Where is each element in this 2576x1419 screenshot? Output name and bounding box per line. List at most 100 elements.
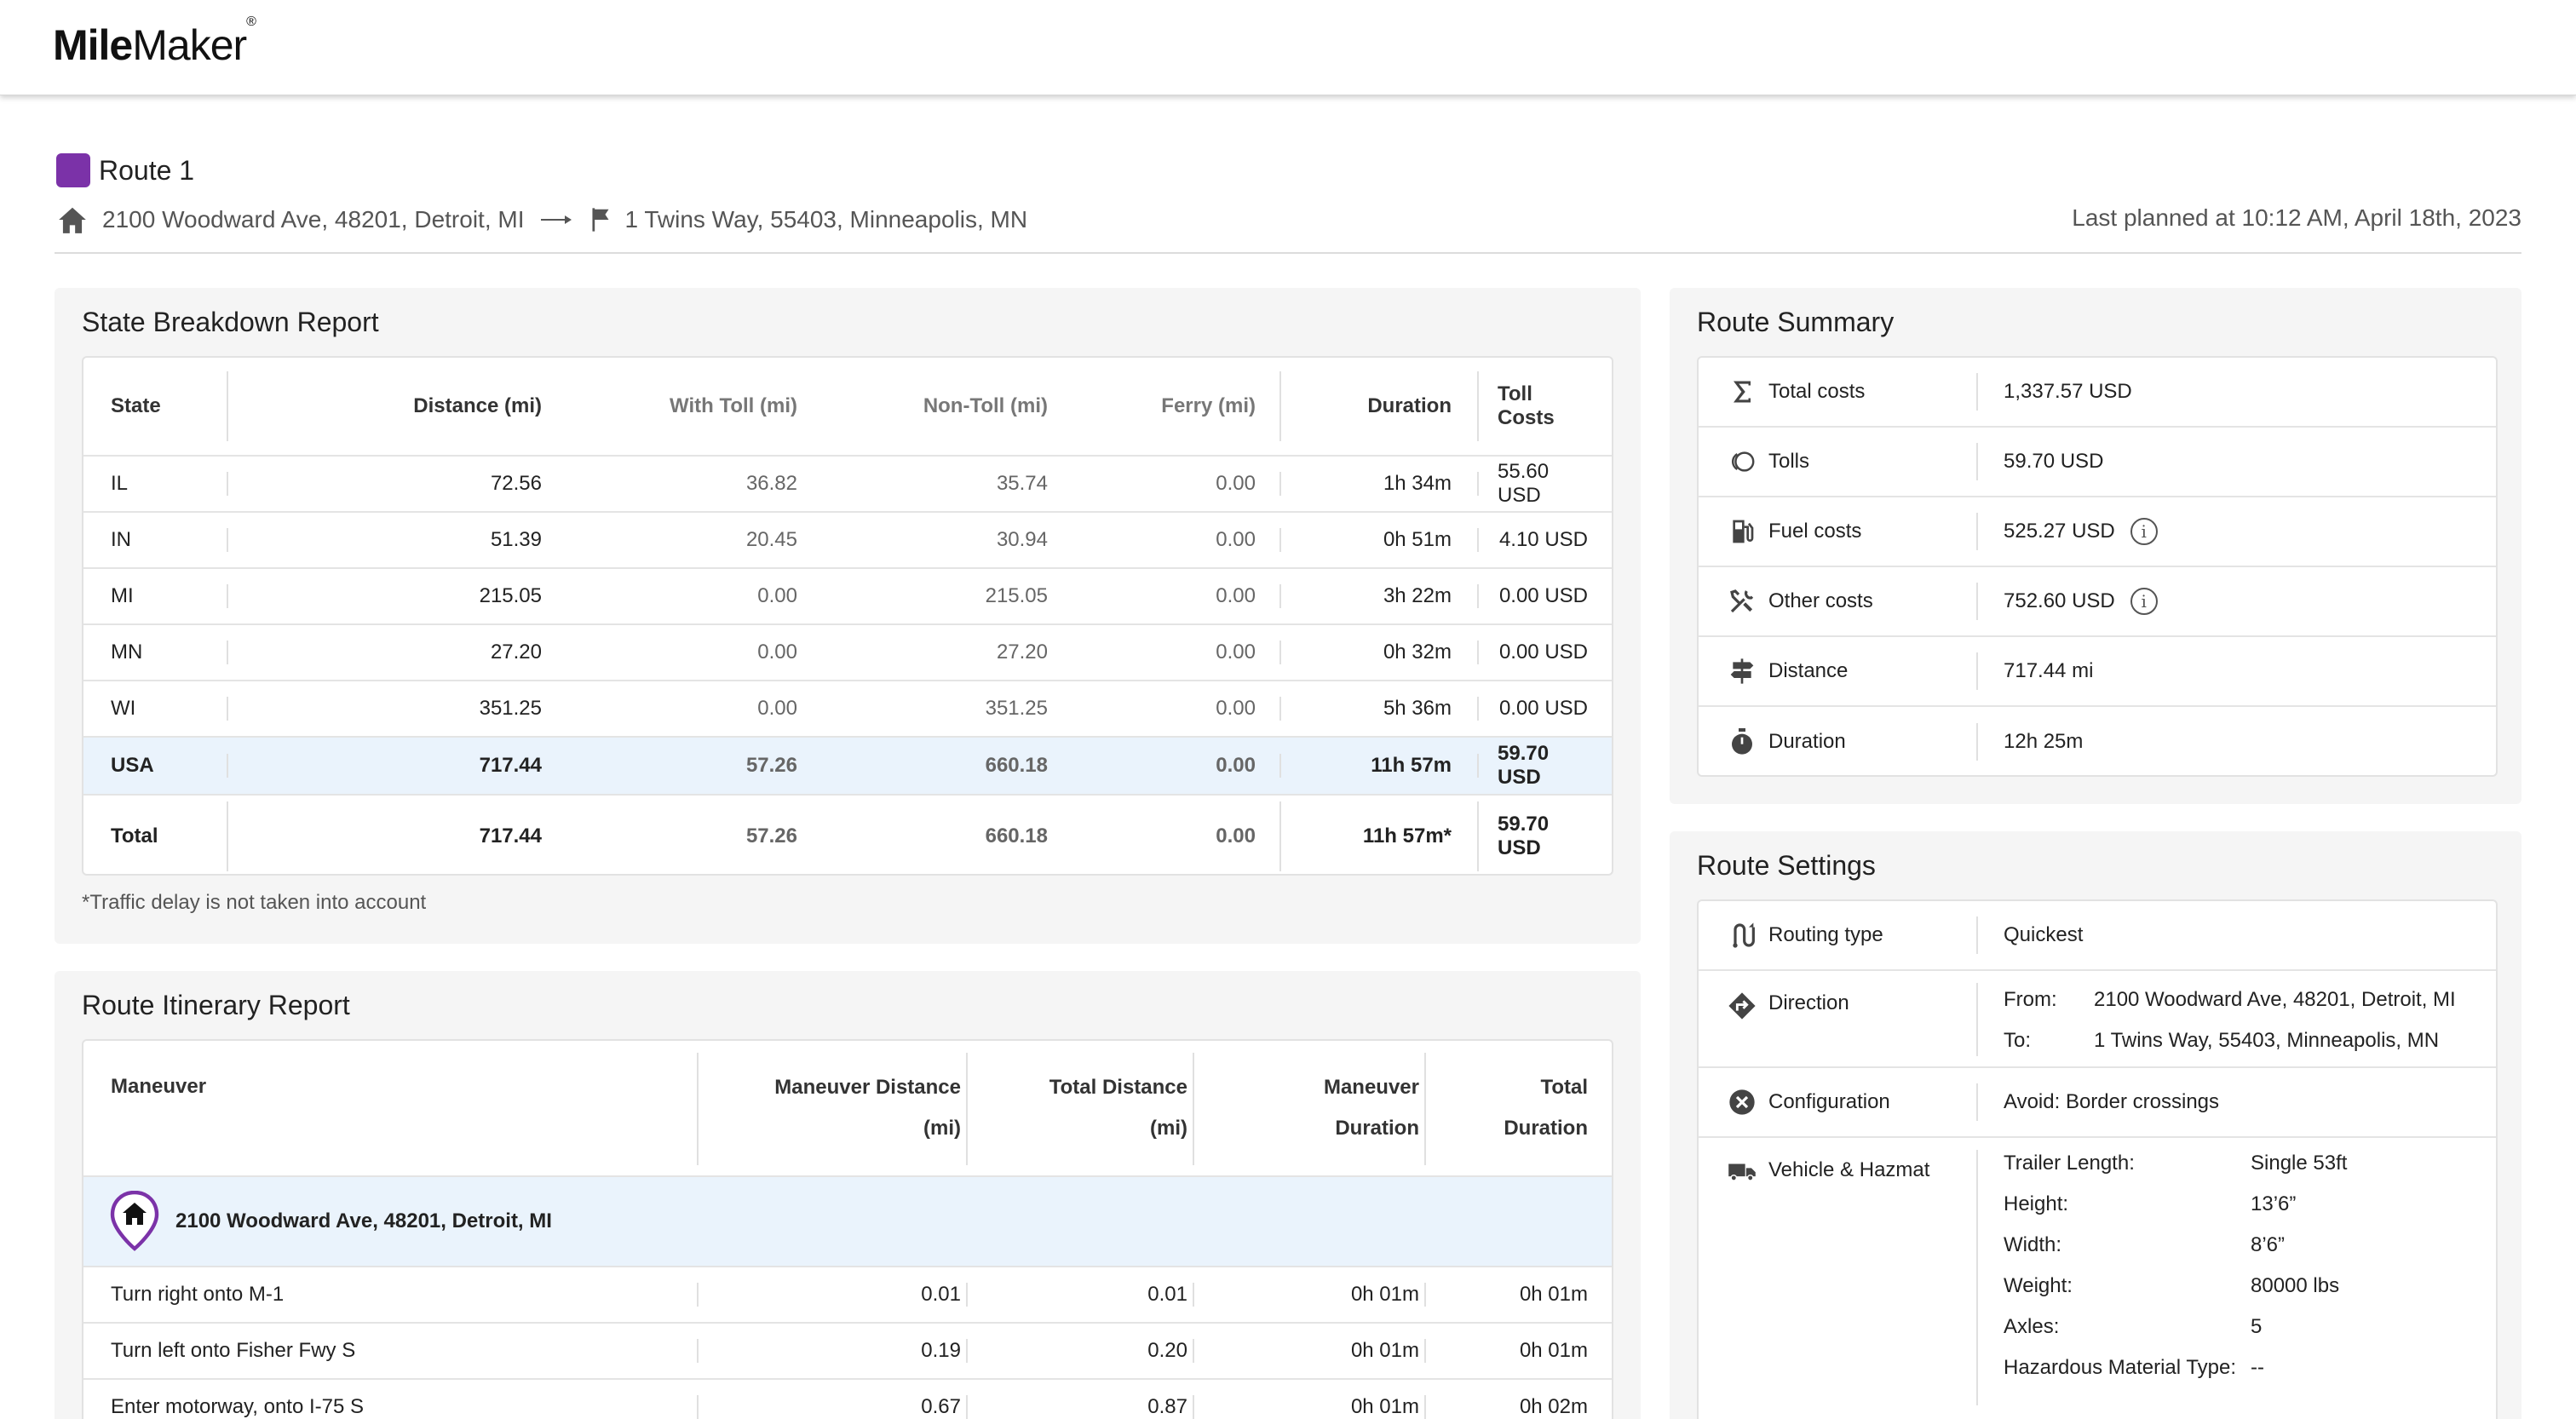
column-divider (1279, 801, 1281, 871)
state-breakdown-panel: State Breakdown Report State Distance (m… (55, 288, 1641, 944)
col-header-maneuver-distance[interactable]: Maneuver Distance (mi) (714, 1041, 961, 1175)
col-header-ferry[interactable]: Ferry (mi) (1072, 358, 1256, 455)
with-toll-cell: 0.00 (757, 584, 797, 607)
table-row: Enter motorway, onto I-75 S 0.67 0.87 0h… (83, 1380, 1612, 1419)
table-header-row: State Distance (mi) With Toll (mi) Non-T… (83, 358, 1612, 457)
maneuver-duration-cell: 0h 01m (1350, 1395, 1419, 1418)
itinerary-title: Route Itinerary Report (82, 990, 350, 1020)
col-header-maneuver-duration[interactable]: Maneuver Duration (1208, 1041, 1419, 1175)
state-cell: WI (111, 697, 136, 720)
vehicle-spec-label: Hazardous Material Type: (2004, 1356, 2237, 1379)
column-divider (1279, 754, 1281, 778)
other-costs-value: 752.60 USD i (2004, 588, 2158, 615)
route-color-swatch (56, 153, 90, 187)
column-divider (966, 1283, 968, 1307)
vehicle-spec-value: 80000 lbs (2251, 1274, 2340, 1297)
duration-cell: 5h 36m (1383, 697, 1452, 720)
col-header-non-toll[interactable]: Non-Toll (mi) (816, 358, 1048, 455)
non-toll-cell: 27.20 (996, 641, 1048, 664)
top-bar: MileMaker® (0, 0, 2576, 95)
toll-costs-cell: 59.70 USD (1498, 742, 1550, 789)
configuration-value: Avoid: Border crossings (2004, 1090, 2220, 1113)
col-header-toll-costs[interactable]: Toll Costs (1498, 358, 1588, 455)
column-divider (966, 1339, 968, 1363)
with-toll-cell: 0.00 (757, 697, 797, 720)
sigma-icon (1728, 377, 1757, 406)
vehicle-spec-label: Weight: (2004, 1274, 2073, 1297)
col-header-duration[interactable]: Duration (1302, 358, 1452, 455)
column-divider (697, 1283, 699, 1307)
distance-cell: 215.05 (479, 584, 542, 607)
column-divider (697, 1395, 699, 1419)
column-divider (1477, 754, 1479, 778)
vehicle-spec-value: Single 53ft (2251, 1152, 2348, 1175)
non-toll-cell: 215.05 (985, 584, 1048, 607)
column-divider (227, 801, 228, 871)
column-divider (227, 472, 228, 496)
maneuver-cell: Turn left onto Fisher Fwy S (111, 1339, 356, 1362)
col-header-distance[interactable]: Distance (mi) (254, 358, 542, 455)
itinerary-panel: Route Itinerary Report Maneuver Maneuver… (55, 971, 1641, 1419)
ferry-cell: 0.00 (1216, 584, 1256, 607)
column-divider (1279, 472, 1281, 496)
routing-type-value: Quickest (2004, 923, 2084, 946)
tools-icon (1728, 587, 1757, 616)
with-toll-cell: 20.45 (745, 528, 797, 551)
vehicle-spec-label: Height: (2004, 1192, 2069, 1215)
col-header-maneuver[interactable]: Maneuver (111, 1041, 622, 1175)
last-planned-timestamp: Last planned at 10:12 AM, April 18th, 20… (2072, 204, 2521, 231)
col-header-total-duration[interactable]: Total Duration (1438, 1041, 1588, 1175)
routing-type-icon (1728, 921, 1757, 950)
vehicle-spec-label: Axles: (2004, 1315, 2060, 1338)
non-toll-cell: 660.18 (985, 824, 1048, 847)
column-divider (1477, 371, 1479, 441)
other-costs-info-icon[interactable]: i (2130, 588, 2158, 615)
column-divider (227, 371, 228, 441)
header-divider (55, 252, 2521, 254)
column-divider (1477, 472, 1479, 496)
table-header-row: Maneuver Maneuver Distance (mi) Total Dis… (83, 1041, 1612, 1177)
col-header-total-distance[interactable]: Total Distance (mi) (978, 1041, 1187, 1175)
state-cell: IN (111, 528, 131, 551)
col-header-with-toll[interactable]: With Toll (mi) (561, 358, 797, 455)
home-icon (56, 203, 90, 237)
signpost-icon (1728, 657, 1757, 686)
avoid-x-circle-icon (1728, 1088, 1757, 1117)
arrow-right-icon (541, 211, 572, 228)
duration-cell: 1h 34m (1383, 472, 1452, 495)
distance-cell: 717.44 (479, 824, 542, 847)
maneuver-distance-cell: 0.19 (921, 1339, 961, 1362)
column-divider (1424, 1395, 1426, 1419)
column-divider (227, 697, 228, 721)
state-breakdown-title: State Breakdown Report (82, 307, 379, 337)
col-header-state[interactable]: State (111, 358, 213, 455)
duration-cell: 3h 22m (1383, 584, 1452, 607)
non-toll-cell: 35.74 (996, 472, 1048, 495)
grand-total-row: Total 717.44 57.26 660.18 0.00 11h 57m* … (83, 796, 1612, 874)
start-location-pin-icon (109, 1190, 160, 1256)
maneuver-cell: Enter motorway, onto I-75 S (111, 1395, 365, 1418)
route-summary-table: Total costs 1,337.57 USD Tolls 59.70 USD… (1697, 356, 2498, 777)
toll-costs-cell: 59.70 USD (1498, 813, 1550, 859)
direction-to-value: 1 Twins Way, 55403, Minneapolis, MN (2094, 1029, 2440, 1052)
total-distance-cell: 0.20 (1147, 1339, 1187, 1362)
fuel-costs-info-icon[interactable]: i (2130, 518, 2158, 545)
state-cell: MI (111, 584, 134, 607)
ferry-cell: 0.00 (1216, 528, 1256, 551)
with-toll-cell: 36.82 (745, 472, 797, 495)
route-summary-title: Route Summary (1697, 307, 1895, 337)
table-row: MN 27.20 0.00 27.20 0.00 0h 32m 0.00 USD (83, 625, 1612, 681)
state-cell: MN (111, 641, 143, 664)
country-total-row: USA 717.44 57.26 660.18 0.00 11h 57m 59.… (83, 738, 1612, 796)
route-name: Route 1 (99, 154, 195, 186)
itinerary-start-address: 2100 Woodward Ave, 48201, Detroit, MI (175, 1209, 552, 1232)
ferry-cell: 0.00 (1216, 472, 1256, 495)
maneuver-duration-cell: 0h 01m (1350, 1339, 1419, 1362)
milemaker-logo[interactable]: MileMaker® (53, 14, 256, 70)
distance-cell: 72.56 (490, 472, 542, 495)
column-divider (1279, 528, 1281, 552)
stopwatch-icon (1728, 727, 1757, 756)
distance-cell: 51.39 (490, 528, 542, 551)
direction-icon (1728, 991, 1757, 1020)
with-toll-cell: 57.26 (745, 754, 797, 777)
